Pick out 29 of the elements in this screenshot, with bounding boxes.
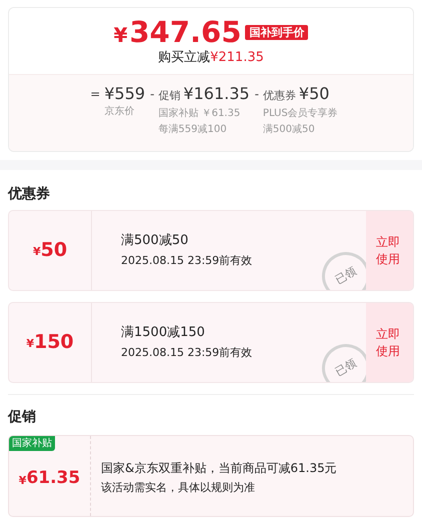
breakdown-amount: ¥161.35	[183, 84, 250, 104]
final-price: ¥347.65	[114, 18, 242, 47]
use-now-button[interactable]: 立即使用	[366, 303, 413, 382]
breakdown-note: 国家补贴 ￥61.35	[158, 106, 242, 121]
section-title: 优惠券	[8, 185, 51, 204]
breakdown-label: 促销	[158, 88, 180, 104]
promotion-description: 该活动需实名，具体以规则为准	[101, 480, 256, 496]
price-tag: 国补到手价	[245, 25, 308, 40]
operator-sign: -	[254, 86, 259, 103]
breakdown-note: 京东价	[104, 104, 136, 119]
coupon-amount: ¥150	[9, 303, 92, 382]
coupon-condition: 满1500减150	[121, 324, 206, 342]
breakdown-note: 满500减50	[262, 122, 316, 137]
operator-sign: =	[90, 86, 100, 103]
breakdown-label: 优惠券	[262, 88, 296, 104]
section-title: 促销	[8, 408, 37, 427]
breakdown-amount: ¥50	[298, 84, 330, 104]
coupon-amount: ¥50	[9, 211, 92, 290]
use-now-button[interactable]: 立即使用	[366, 211, 413, 290]
breakdown-note: 每满559减100	[158, 122, 228, 137]
promotion-tag: 国家补贴	[9, 436, 55, 451]
operator-sign: -	[150, 86, 154, 103]
savings-text: 购买立减¥211.35	[158, 51, 264, 64]
breakdown-note: PLUS会员专享券	[262, 106, 338, 121]
coupon-validity: 2025.08.15 23:59前有效	[121, 344, 254, 360]
coupon-validity: 2025.08.15 23:59前有效	[121, 252, 254, 268]
promotion-description: 国家&京东双重补贴，当前商品可减61.35元	[101, 460, 338, 477]
breakdown-amount: ¥559	[104, 84, 146, 104]
coupon-condition: 满500减50	[121, 232, 190, 250]
